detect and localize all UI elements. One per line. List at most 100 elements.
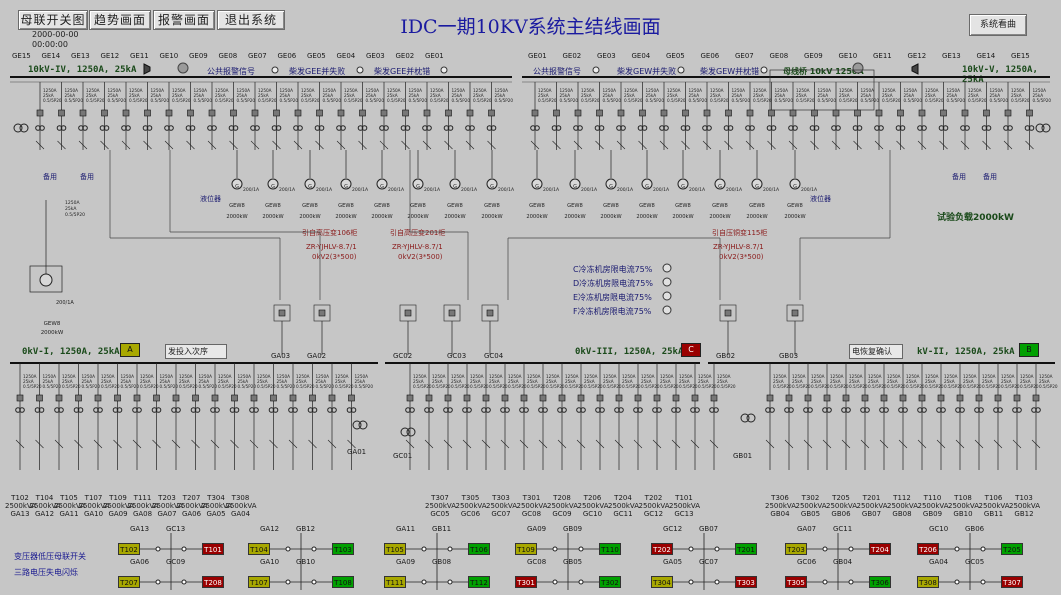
lbreaker-31 [653, 394, 661, 402]
lbreaker-8 [172, 394, 180, 402]
gen-name-11: GEW8 [639, 203, 655, 209]
spec-c-19: 0.5/5P20 [452, 98, 471, 103]
lbreaker-44 [937, 394, 945, 402]
spec-c-30: 0.5/5P20 [710, 98, 729, 103]
gen-power-12: 2000kW [672, 214, 693, 220]
breaker-8 [208, 109, 216, 117]
spec-c-21: 0.5/5P20 [495, 98, 514, 103]
breaker-14 [337, 109, 345, 117]
gen-ct-8: 200/1A [543, 187, 560, 193]
tie-4-sw-3 [688, 579, 694, 585]
lamp-gee [177, 62, 189, 74]
breaker-37 [854, 109, 861, 117]
lbreaker-9 [192, 394, 199, 402]
lbreaker-40 [861, 394, 869, 402]
lbreaker-3 [75, 394, 82, 402]
chiller-lamp-2 [662, 291, 672, 301]
spec-c-14: 0.5/5P20 [344, 98, 363, 103]
lbreaker-29 [615, 394, 623, 402]
gen-power-3: 2000kW [335, 214, 356, 220]
tie-3-sw-4 [578, 579, 584, 585]
lbreaker-41 [880, 394, 888, 402]
spec-c-36: 0.5/5P20 [839, 98, 858, 103]
spec-c-5: 0.5/5P20 [151, 98, 170, 103]
gen-power-8: 2000kW [526, 214, 547, 220]
breaker-1 [58, 109, 65, 117]
incomer-breaker-b [318, 309, 326, 317]
breaker-3 [101, 109, 108, 117]
tie-5-sw-4 [848, 579, 854, 585]
spec-c-33: 0.5/5P20 [775, 98, 794, 103]
gen-g-15: G [793, 184, 797, 190]
breaker-2 [79, 109, 87, 117]
gen-ex-s1: 1250A [65, 200, 80, 206]
breaker-43 [983, 109, 990, 117]
signal-lamp-3 [592, 66, 600, 74]
gen-name-15: GEW8 [787, 203, 803, 209]
gen-ct-4: 200/1A [388, 187, 405, 193]
spec-c-4: 0.5/5P20 [129, 98, 148, 103]
gen-ct-2: 200/1A [316, 187, 333, 193]
tie-3-sw-3 [552, 579, 558, 585]
lbreaker-2 [55, 394, 63, 402]
gen-name-8: GEW8 [529, 203, 545, 209]
gen-power-6: 2000kW [444, 214, 465, 220]
lbreaker-49 [1032, 394, 1040, 402]
gen-ct-15: 200/1A [801, 187, 818, 193]
generator-ex-icon [39, 273, 53, 287]
pt-left-b [19, 123, 29, 133]
gen-name-2: GEW8 [302, 203, 318, 209]
gen-name-0: GEW8 [229, 203, 245, 209]
tie-1-sw-4 [311, 579, 317, 585]
lspec-c-6: 0.5/5P20 [140, 384, 159, 389]
spec-c-43: 0.5/5P20 [990, 98, 1009, 103]
gen-g-3: G [344, 184, 348, 190]
spec-c-8: 0.5/5P20 [215, 98, 234, 103]
spec-c-0: 0.5/5P20 [43, 98, 62, 103]
gen-g-9: G [573, 184, 577, 190]
spec-c-25: 0.5/5P20 [603, 98, 622, 103]
chiller-lamp-0 [662, 263, 672, 273]
gen-g-13: G [718, 184, 722, 190]
lspec-c-13: 0.5/5P20 [277, 384, 296, 389]
breaker-24 [574, 109, 582, 117]
lbreaker-47 [994, 394, 1002, 402]
breaker-30 [703, 109, 711, 117]
spec-c-2: 0.5/5P20 [86, 98, 105, 103]
gen-name-14: GEW8 [749, 203, 765, 209]
gen-power-4: 2000kW [371, 214, 392, 220]
lspec-c-7: 0.5/5P20 [160, 384, 179, 389]
lbreaker-17 [348, 394, 355, 402]
incomer-breaker-f [724, 309, 732, 317]
breaker-22 [531, 109, 539, 117]
gen-ct-10: 200/1A [617, 187, 634, 193]
breaker-21 [488, 109, 495, 117]
gen-g-0: G [235, 184, 239, 190]
breaker-41 [940, 109, 947, 117]
spec-c-10: 0.5/5P20 [258, 98, 277, 103]
lbreaker-28 [596, 394, 604, 402]
tie-6-sw-1 [954, 546, 960, 552]
lbreaker-12 [250, 394, 258, 402]
tie-0-sw-3 [155, 579, 161, 585]
lbreaker-11 [231, 394, 238, 402]
gen-ct-14: 200/1A [763, 187, 780, 193]
gen-g-8: G [535, 184, 539, 190]
gen-g-14: G [755, 184, 759, 190]
tie-6-sw-4 [980, 579, 986, 585]
signal-lamp-4 [677, 66, 685, 74]
gen-ct-0: 200/1A [243, 187, 260, 193]
spec-c-23: 0.5/5P20 [560, 98, 579, 103]
pt-gb01-b [746, 413, 756, 423]
horn-left-icon [143, 63, 151, 75]
spec-c-22: 0.5/5P20 [538, 98, 557, 103]
spec-c-13: 0.5/5P20 [323, 98, 342, 103]
breaker-32 [746, 109, 754, 117]
lbreaker-22 [482, 394, 490, 402]
breaker-26 [617, 109, 625, 117]
spec-c-12: 0.5/5P20 [301, 98, 320, 103]
gen-power-10: 2000kW [600, 214, 621, 220]
gen-power-1: 2000kW [262, 214, 283, 220]
lbreaker-45 [956, 394, 964, 402]
tie-5-sw-2 [848, 546, 854, 552]
